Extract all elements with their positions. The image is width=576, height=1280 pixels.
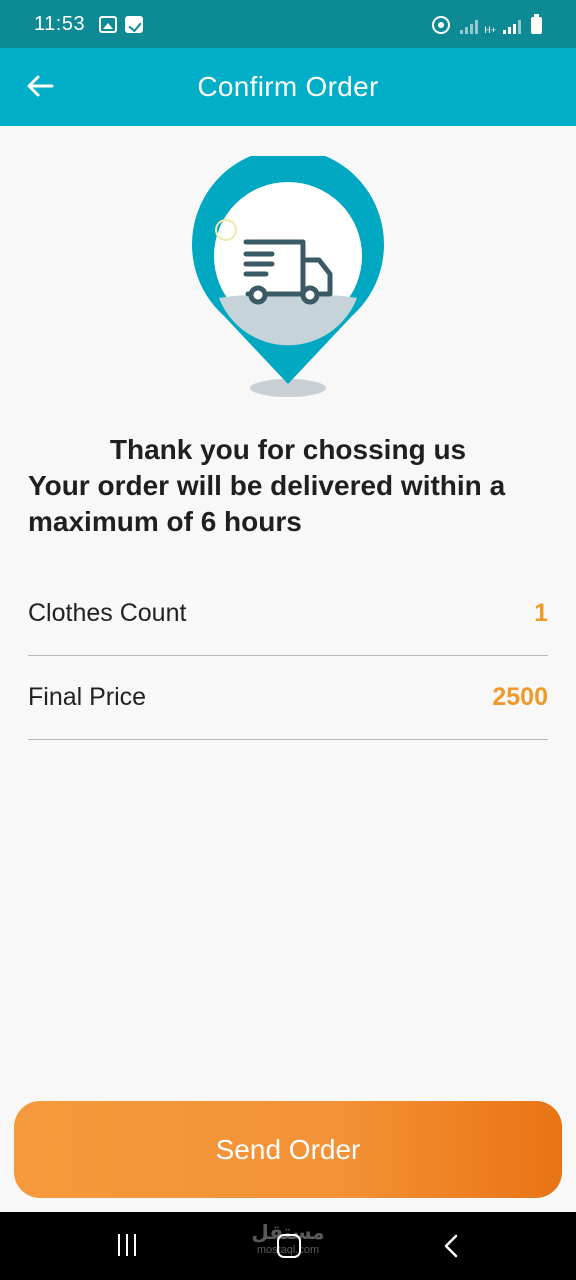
clothes-count-value: 1 <box>534 599 548 627</box>
signal-strong-icon <box>503 18 521 34</box>
signal-icon <box>460 18 479 34</box>
gallery-icon <box>99 15 118 33</box>
final-price-label: Final Price <box>28 683 147 711</box>
checkbox-icon <box>125 15 144 33</box>
home-button[interactable] <box>277 1234 301 1258</box>
ht-signal-icon: H+ <box>484 25 496 35</box>
battery-icon <box>531 14 542 34</box>
clothes-count-row: Clothes Count 1 <box>28 572 548 656</box>
app-bar: Confirm Order <box>0 48 576 126</box>
recent-apps-button[interactable] <box>118 1234 136 1256</box>
system-nav-bar: مستقل mostaql.com <box>0 1212 576 1280</box>
message-line-1: Thank you for chossing us <box>109 434 467 465</box>
final-price-row: Final Price 2500 <box>28 656 548 740</box>
status-time: 11:53 <box>34 12 86 35</box>
send-order-button[interactable]: Send Order <box>14 1101 562 1198</box>
confirm-order-screen: 11:53 H+ Confirm Order Thank you for cho… <box>0 0 576 1280</box>
back-button[interactable] <box>22 68 58 104</box>
delivery-illustration <box>186 148 390 402</box>
delivery-truck-location-pin-icon <box>192 148 384 397</box>
arrow-left-icon <box>27 75 54 97</box>
hotspot-icon <box>432 16 451 34</box>
status-right-icons: H+ <box>432 14 542 35</box>
page-title: Confirm Order <box>197 71 379 102</box>
nav-back-button[interactable] <box>440 1234 464 1258</box>
clothes-count-label: Clothes Count <box>28 599 187 627</box>
status-bar: 11:53 H+ <box>0 0 576 48</box>
final-price-value: 2500 <box>492 683 548 711</box>
thank-you-message: Thank you for chossing us Your order wil… <box>28 432 548 540</box>
message-line-2: Your order will be delivered within a ma… <box>28 470 506 537</box>
